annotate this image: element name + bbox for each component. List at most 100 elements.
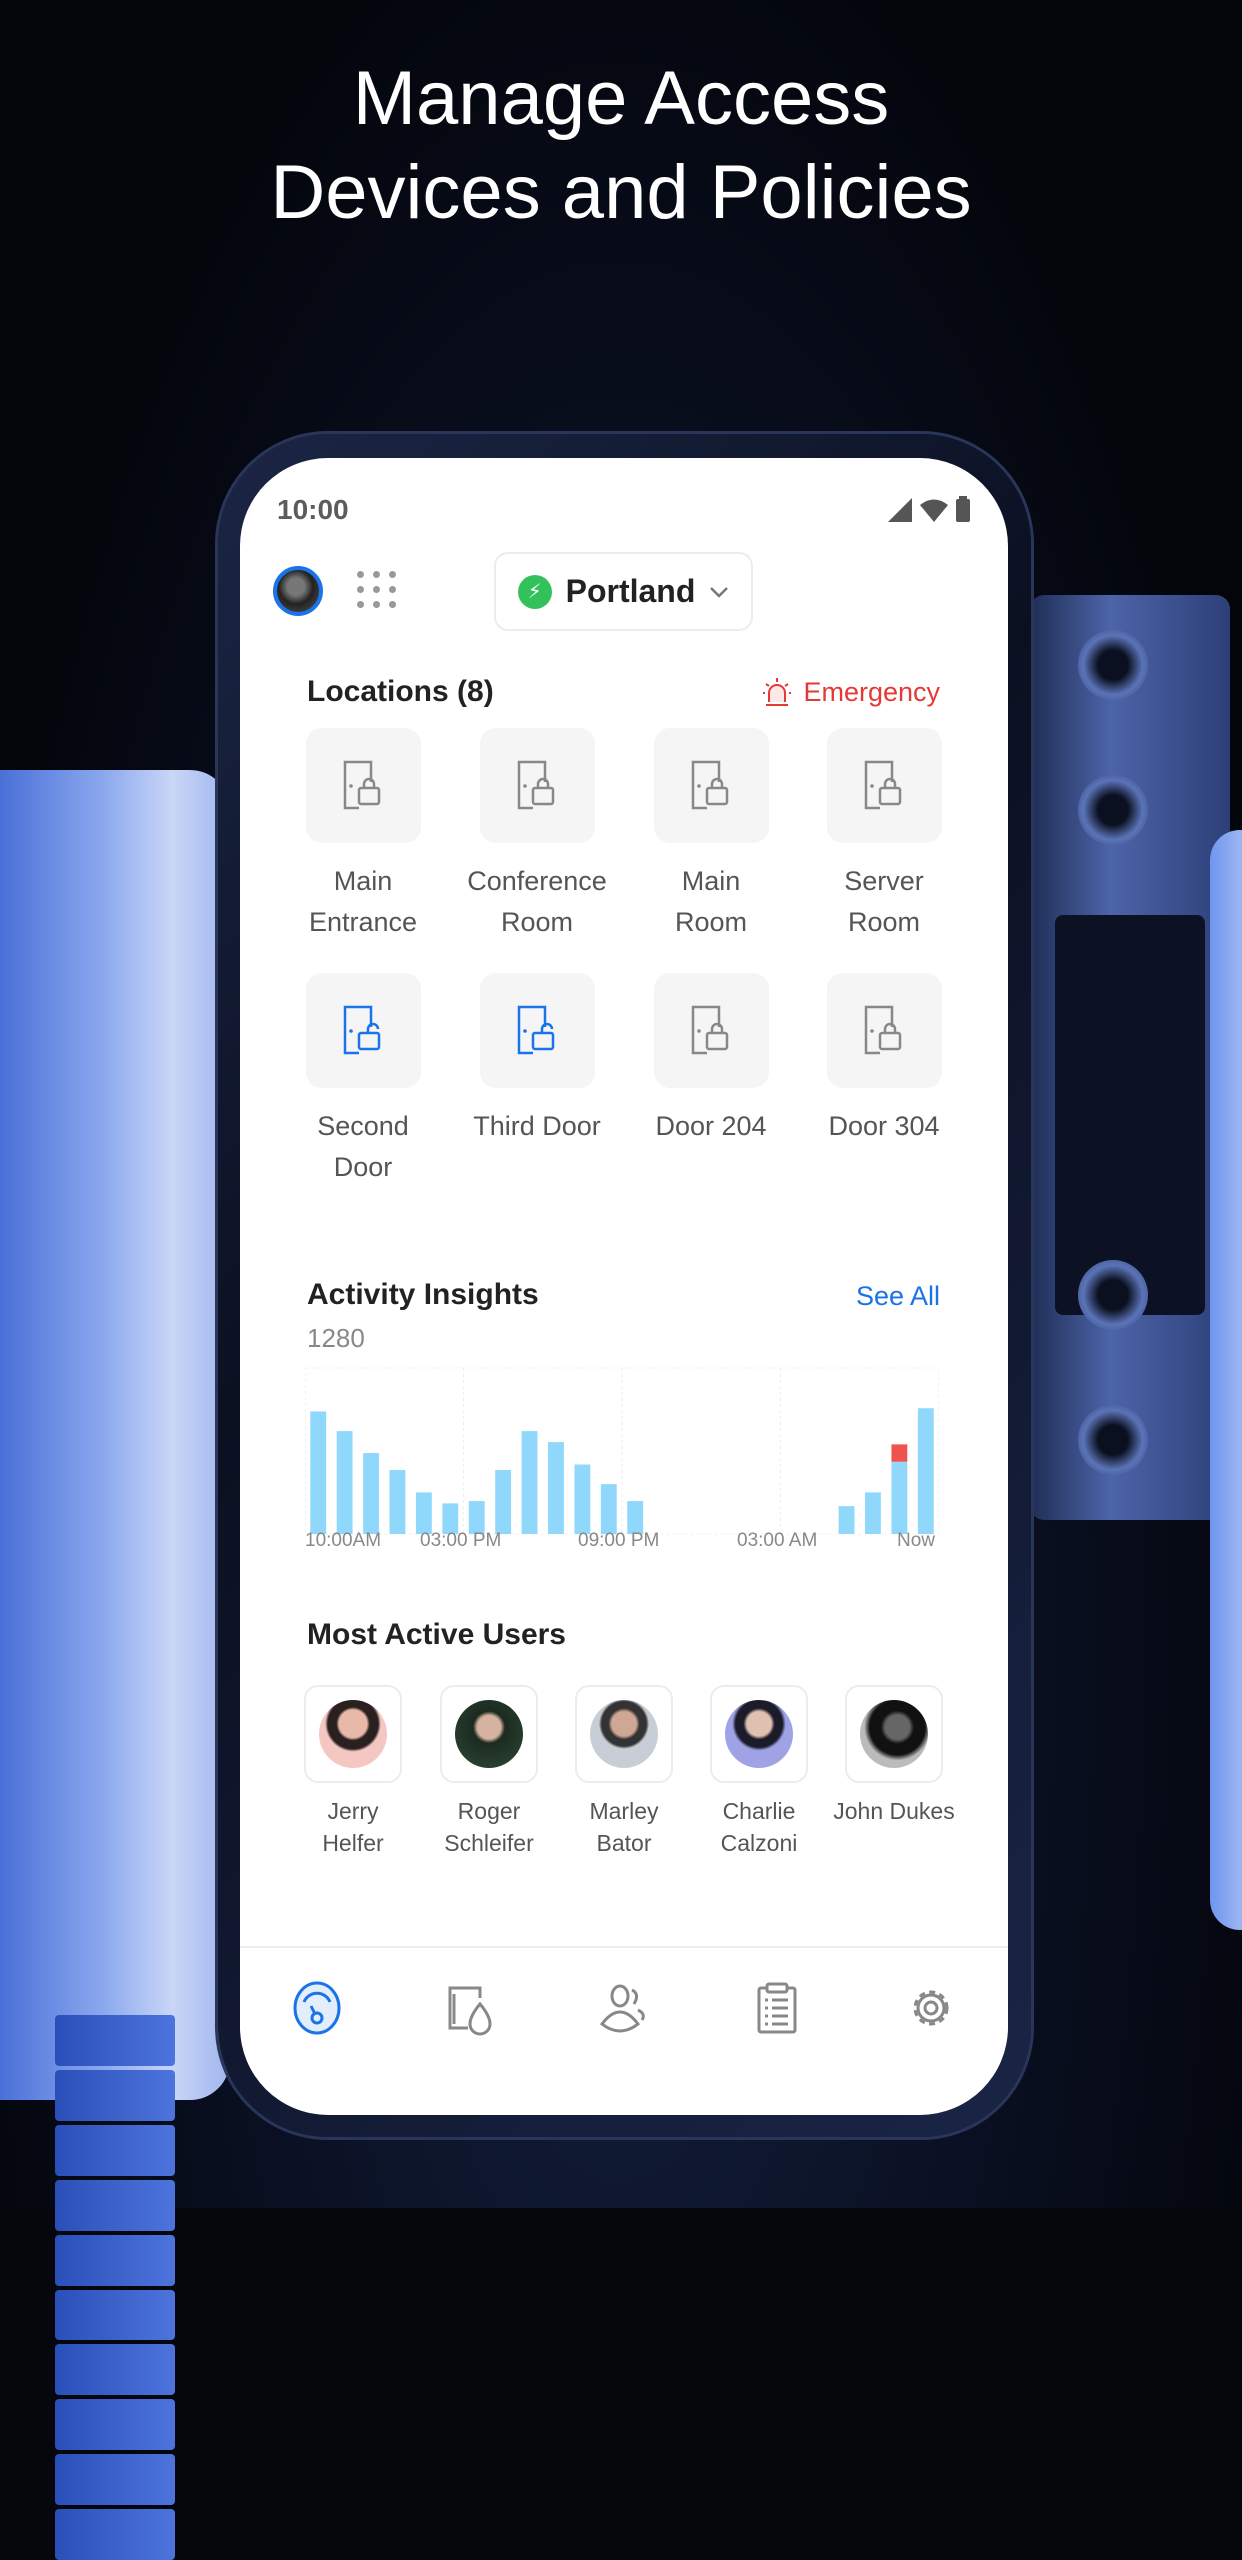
location-tile[interactable]: Server Room — [769, 728, 999, 943]
user-card[interactable] — [304, 1685, 402, 1783]
status-icons — [888, 496, 970, 522]
user-name-line: Calzoni — [720, 1830, 798, 1856]
user-item[interactable]: John Dukes — [824, 1685, 964, 1827]
user-card[interactable] — [845, 1685, 943, 1783]
location-label: Door 304 — [828, 1111, 940, 1141]
access-device-icon — [448, 1986, 492, 2036]
user-name: Roger Schleifer — [419, 1795, 559, 1859]
x-tick-label: 09:00 PM — [578, 1530, 660, 1551]
user-name: Marley Bator — [554, 1795, 694, 1859]
phone-frame: 10:00 ⚡ Portland Locations (8) Emergency… — [218, 434, 1031, 2137]
door-tile-box[interactable] — [305, 973, 421, 1088]
alarm-icon — [763, 678, 792, 706]
door-locked-icon — [691, 1005, 729, 1054]
logs-icon — [757, 1982, 797, 2034]
users-title: Most Active Users — [307, 1618, 566, 1651]
location-label: Conference Room — [467, 866, 607, 937]
user-item[interactable]: Roger Schleifer — [419, 1685, 559, 1859]
user-avatar — [319, 1700, 387, 1768]
chart-bar — [891, 1461, 908, 1534]
location-name: Portland — [565, 573, 696, 609]
user-name-line: Jerry — [327, 1798, 379, 1824]
user-name-line: Helfer — [322, 1830, 384, 1856]
chart-bar — [521, 1431, 538, 1534]
headline-line-1: Manage Access — [352, 56, 890, 141]
door-tile-box[interactable] — [305, 728, 421, 843]
chart-bar — [838, 1506, 855, 1534]
chevron-down-icon — [710, 586, 729, 598]
user-avatar — [455, 1700, 523, 1768]
x-tick-label: 10:00AM — [305, 1530, 382, 1551]
apps-grid-icon[interactable] — [357, 571, 397, 608]
emergency-button[interactable]: Emergency — [761, 676, 940, 708]
locations-title: Locations (8) — [307, 675, 494, 708]
chart-bar — [891, 1444, 908, 1462]
user-avatar — [725, 1700, 793, 1768]
user-card[interactable] — [440, 1685, 538, 1783]
user-item[interactable]: Jerry Helfer — [283, 1685, 423, 1859]
door-tile-box[interactable] — [826, 728, 942, 843]
door-tile-box[interactable] — [653, 728, 769, 843]
see-all-link[interactable]: See All — [856, 1281, 940, 1312]
door-tile-box[interactable] — [826, 973, 942, 1088]
chart-bar — [600, 1484, 617, 1534]
battery-icon — [956, 496, 970, 522]
users-icon — [599, 1984, 645, 2033]
location-label: Server Room — [844, 866, 924, 937]
user-card[interactable] — [575, 1685, 673, 1783]
nav-devices[interactable] — [442, 1980, 498, 2036]
device-edge — [1210, 830, 1242, 1930]
user-avatar — [590, 1700, 658, 1768]
location-tile[interactable]: Door 304 — [769, 973, 999, 1147]
activity-chart — [305, 1367, 939, 1535]
door-strike-device — [1030, 595, 1230, 1520]
door-tile-box[interactable] — [479, 973, 595, 1088]
door-tile-box[interactable] — [479, 728, 595, 843]
bolt-icon: ⚡ — [517, 574, 552, 609]
chart-bar — [415, 1492, 432, 1534]
user-name-line: Schleifer — [444, 1830, 534, 1856]
user-name-line: John Dukes — [833, 1798, 955, 1824]
location-label: Main Room — [674, 866, 748, 937]
nav-dashboard[interactable] — [289, 1980, 345, 2036]
status-time: 10:00 — [277, 494, 349, 525]
nav-users[interactable] — [596, 1980, 652, 2036]
location-selector[interactable]: ⚡ Portland — [494, 552, 753, 631]
headline-line-2: Devices and Policies — [270, 150, 972, 235]
nav-settings[interactable] — [903, 1980, 959, 2036]
emergency-label: Emergency — [803, 676, 940, 707]
door-locked-icon — [864, 760, 902, 809]
door-locked-icon — [864, 1005, 902, 1054]
x-tick-label: Now — [897, 1530, 936, 1551]
door-tile-box[interactable] — [653, 973, 769, 1088]
nav-logs[interactable] — [749, 1980, 805, 2036]
user-name: Charlie Calzoni — [689, 1795, 829, 1859]
settings-icon — [913, 1990, 949, 2026]
x-tick-label: 03:00 PM — [420, 1530, 502, 1551]
chart-bar — [310, 1411, 327, 1534]
activity-total: 1280 — [307, 1323, 365, 1353]
location-label: Second Door — [317, 1111, 409, 1182]
user-card[interactable] — [710, 1685, 808, 1783]
chart-bar — [917, 1408, 934, 1534]
user-name: John Dukes — [824, 1795, 964, 1827]
chart-bar — [574, 1464, 591, 1534]
user-name: Jerry Helfer — [283, 1795, 423, 1859]
user-item[interactable]: Charlie Calzoni — [689, 1685, 829, 1859]
chart-bar — [495, 1469, 512, 1534]
door-locked-icon — [517, 760, 555, 809]
user-name-line: Bator — [596, 1830, 652, 1856]
profile-avatar[interactable] — [273, 566, 323, 616]
chart-bar — [363, 1453, 379, 1534]
dashboard-icon — [293, 1981, 341, 2035]
location-label: Main Entrance — [308, 866, 418, 937]
chart-bar — [548, 1442, 564, 1534]
door-unlocked-icon — [517, 1005, 555, 1054]
headline: Manage Access Devices and Policies — [0, 52, 1242, 240]
access-controller-device — [0, 770, 230, 2560]
user-name-line: Roger — [457, 1798, 521, 1824]
user-item[interactable]: Marley Bator — [554, 1685, 694, 1859]
chart-bar — [389, 1469, 406, 1534]
chart-bar — [336, 1431, 353, 1534]
user-avatar — [860, 1700, 928, 1768]
